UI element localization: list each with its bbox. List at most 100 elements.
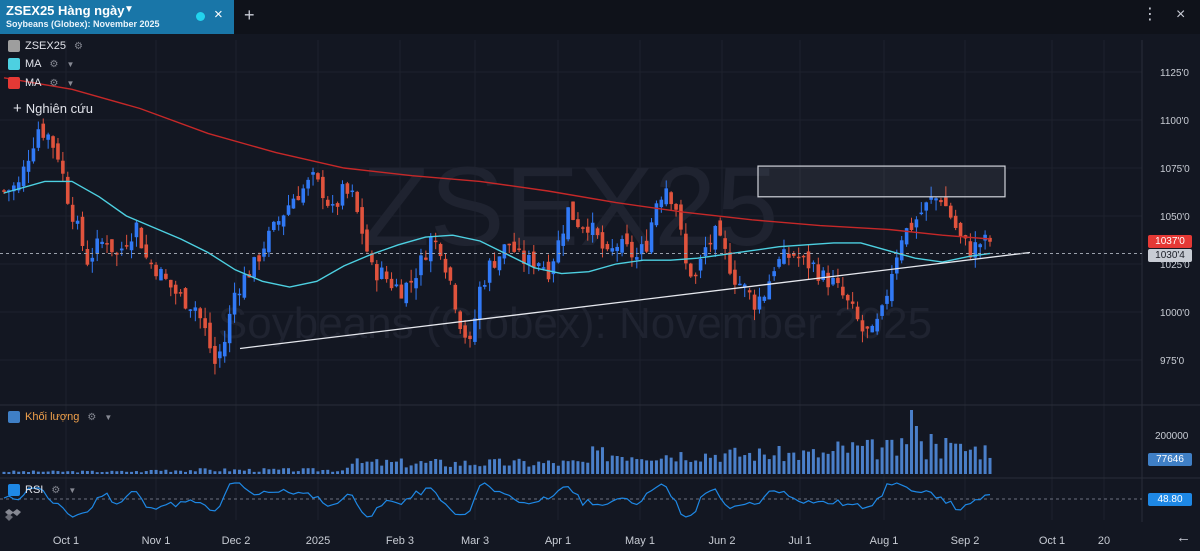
volume-bar <box>777 446 781 474</box>
volume-bar <box>537 461 541 474</box>
gear-icon[interactable]: ⚙ <box>50 78 59 89</box>
volume-bar <box>556 465 560 474</box>
candle-body <box>31 148 36 162</box>
volume-bar <box>895 455 899 474</box>
volume-bar <box>380 465 384 474</box>
candle-body <box>772 271 776 277</box>
volume-bar <box>782 461 786 474</box>
candle-body <box>576 219 580 228</box>
candle-body <box>438 243 443 257</box>
legend-label: ZSEX25 <box>25 40 66 52</box>
volume-bar <box>571 460 575 474</box>
volume-bar <box>223 468 227 474</box>
gear-icon[interactable]: ⚙ <box>74 41 83 52</box>
volume-bar <box>821 452 825 474</box>
volume-bar <box>708 457 712 474</box>
legend-label: Khối lượng <box>25 411 80 423</box>
resistance-box-rect <box>757 165 1006 198</box>
volume-bar <box>806 451 810 474</box>
gear-icon[interactable]: ⚙ <box>51 485 60 496</box>
gear-icon[interactable]: ⚙ <box>87 412 96 423</box>
legend-volume[interactable]: Khối lượng ⚙ ▼ <box>8 409 112 425</box>
candle-body <box>267 230 271 253</box>
candle-body <box>821 270 826 281</box>
legend-symbol[interactable]: ZSEX25 ⚙ <box>8 38 83 54</box>
chart-tab-title[interactable]: ZSEX25 Hàng ngày <box>6 3 124 18</box>
candle-body <box>350 190 355 193</box>
close-icon[interactable]: × <box>1176 7 1185 23</box>
volume-bar <box>46 471 50 474</box>
legend-ma-fast[interactable]: MA ⚙ ▼ <box>8 56 74 72</box>
volume-bar <box>252 471 256 474</box>
volume-bar <box>390 462 394 474</box>
candle-body <box>762 296 767 301</box>
volume-bar <box>61 471 65 474</box>
volume-bars <box>2 410 992 474</box>
candle-body <box>178 292 183 294</box>
volume-bar <box>85 471 89 474</box>
candle-body <box>610 248 615 252</box>
legend-swatch <box>8 58 20 70</box>
chart-area[interactable]: ZSEX25 Soybeans (Globex): November 2025 … <box>0 34 1200 551</box>
volume-bar <box>507 465 511 474</box>
close-icon[interactable]: × <box>214 7 223 22</box>
candle-body <box>944 197 948 207</box>
candle-body <box>345 183 350 194</box>
legend-rsi[interactable]: RSI ⚙ ▼ <box>8 482 76 498</box>
volume-bar <box>684 460 688 474</box>
volume-bar <box>110 470 114 474</box>
volume-bar <box>51 470 55 474</box>
candle-body <box>419 255 423 276</box>
candle-body <box>566 207 570 240</box>
price-tick-label: 1100'0 <box>1160 116 1189 127</box>
candle-body <box>679 204 683 230</box>
candle-body <box>424 257 428 260</box>
volume-bar <box>483 465 487 474</box>
candle-body <box>409 280 413 283</box>
back-arrow-icon[interactable]: ← <box>1176 529 1191 546</box>
candle-body <box>777 259 781 267</box>
candle-body <box>286 205 291 215</box>
volume-bar <box>865 439 869 474</box>
volume-bar <box>664 455 668 474</box>
volume-bar <box>797 459 801 474</box>
candle-body <box>747 290 752 293</box>
legend-label: RSI <box>25 484 44 496</box>
chevron-down-icon[interactable]: ▼ <box>104 413 112 422</box>
candle-body <box>738 283 742 286</box>
candle-body <box>394 284 399 287</box>
candle-body <box>919 212 924 215</box>
volume-bar <box>463 460 467 474</box>
more-vertical-icon[interactable]: ⋮ <box>1142 7 1158 23</box>
chevron-down-icon[interactable]: ▼ <box>66 79 74 88</box>
chart-tab[interactable]: ZSEX25 Hàng ngày ▼ Soybeans (Globex): No… <box>0 0 234 34</box>
gear-icon[interactable]: ⚙ <box>50 59 59 70</box>
candle-body <box>845 294 850 301</box>
volume-bar <box>581 461 585 474</box>
volume-bar <box>130 471 134 474</box>
candle-body <box>242 274 247 298</box>
candle-body <box>512 241 516 252</box>
candle-body <box>669 192 673 205</box>
candle-body <box>860 320 865 332</box>
volume-bar <box>336 471 340 474</box>
plus-icon[interactable]: + <box>244 6 255 24</box>
volume-bar <box>473 464 477 474</box>
studies-button[interactable]: + Nghiên cứu <box>13 100 93 117</box>
candle-body <box>890 273 894 302</box>
volume-bar <box>409 465 413 474</box>
chevron-down-icon[interactable]: ▼ <box>68 486 76 495</box>
volume-bar <box>198 468 202 474</box>
volume-bar <box>497 458 501 474</box>
volume-bar <box>193 471 197 474</box>
candle-body <box>365 229 369 252</box>
volume-bar <box>973 446 977 474</box>
chevron-down-icon[interactable]: ▼ <box>66 60 74 69</box>
legend-ma-slow[interactable]: MA ⚙ ▼ <box>8 75 74 91</box>
resistance-box[interactable] <box>757 165 1006 198</box>
volume-bar <box>237 469 241 474</box>
volume-bar <box>429 460 433 474</box>
chevron-down-icon[interactable]: ▼ <box>124 4 134 15</box>
candle-body <box>605 244 610 250</box>
volume-bar <box>566 461 570 474</box>
